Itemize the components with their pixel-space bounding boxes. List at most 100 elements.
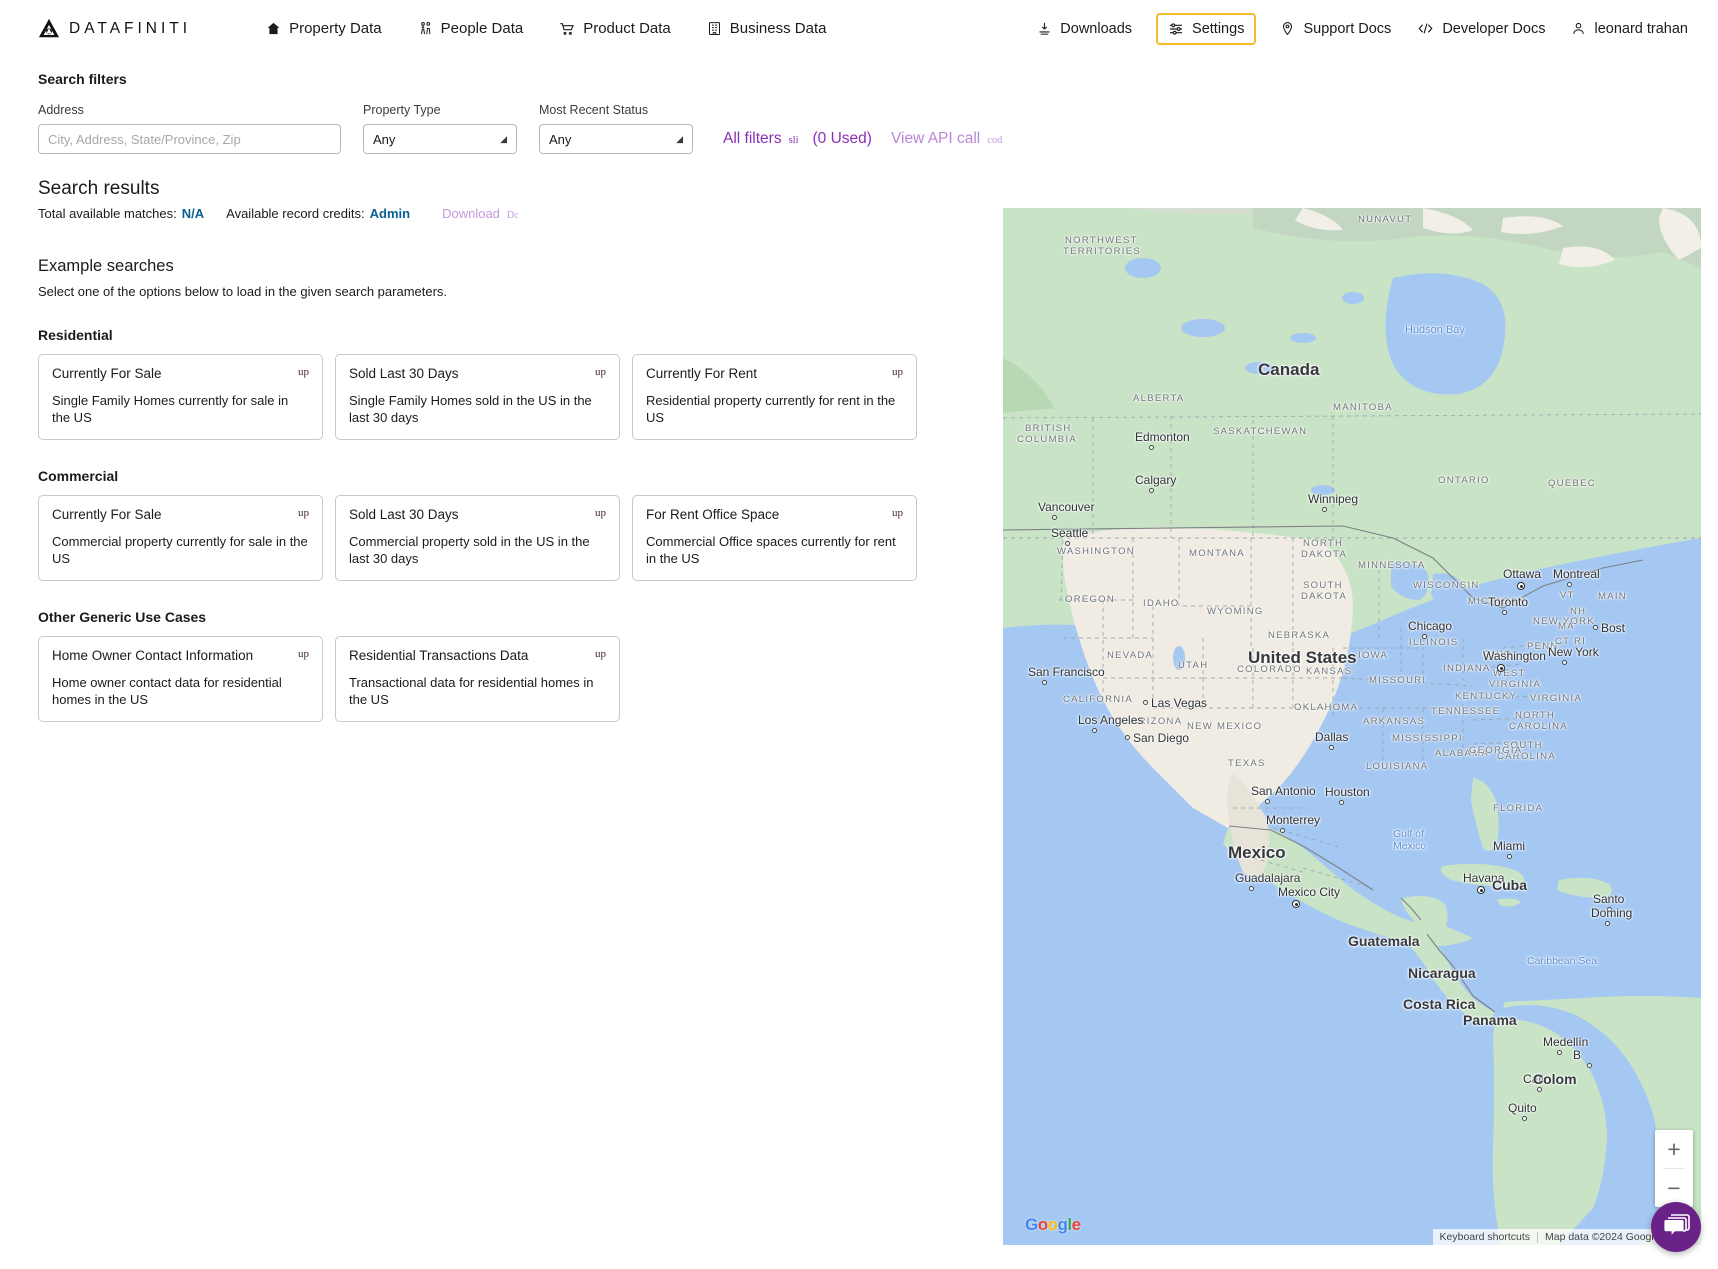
card-row-residential: Currently For Sale up Single Family Home… xyxy=(38,354,1003,440)
map-city-marker xyxy=(1537,1087,1542,1092)
record-credits-label: Available record credits: xyxy=(226,206,365,221)
datafiniti-logo-icon xyxy=(38,18,60,40)
most-recent-status-filter: Most Recent Status Any ◢ xyxy=(539,103,693,154)
nav-label: Property Data xyxy=(289,20,382,37)
example-searches-title: Example searches xyxy=(38,257,174,275)
code-brackets-icon xyxy=(1417,21,1434,36)
property-type-filter: Property Type Any ◢ xyxy=(363,103,517,154)
card-header: Sold Last 30 Days up xyxy=(349,507,606,522)
property-type-select[interactable]: Any ◢ xyxy=(363,124,517,154)
card-title: Home Owner Contact Information xyxy=(52,648,254,663)
primary-nav: Property Data People Data Product Data B… xyxy=(264,17,828,40)
map-city-marker xyxy=(1607,907,1612,912)
map-city-marker xyxy=(1042,680,1047,685)
sliders-icon: sli xyxy=(788,135,799,146)
map-city-marker xyxy=(1125,735,1130,740)
card-description: Home owner contact data for residential … xyxy=(52,675,282,707)
nav-item-developer-docs[interactable]: Developer Docs xyxy=(1415,18,1547,40)
example-card[interactable]: Home Owner Contact Information up Home o… xyxy=(38,636,323,722)
shopping-cart-icon xyxy=(559,21,575,37)
map-city-marker xyxy=(1265,799,1270,804)
map-canvas[interactable]: NUNAVUT NORTHWEST TERRITORIES BRITISH COLUMB… xyxy=(1003,208,1701,1245)
upload-icon: up xyxy=(892,507,903,519)
example-card[interactable]: For Rent Office Space up Commercial Offi… xyxy=(632,495,917,581)
map-city-marker xyxy=(1507,854,1512,859)
chevron-down-icon: ◢ xyxy=(676,133,683,144)
map-capital-marker xyxy=(1477,886,1485,894)
map-city-marker xyxy=(1605,921,1610,926)
download-icon xyxy=(1037,21,1052,36)
example-searches-subtitle: Select one of the options below to load … xyxy=(38,284,448,299)
map-city-marker xyxy=(1092,728,1097,733)
example-card[interactable]: Residential Transactions Data up Transac… xyxy=(335,636,620,722)
zoom-in-button[interactable]: + xyxy=(1655,1130,1693,1168)
nav-label: leonard trahan xyxy=(1594,20,1688,37)
download-link[interactable]: Download xyxy=(442,206,500,221)
property-type-label: Property Type xyxy=(363,103,441,117)
nav-item-people-data[interactable]: People Data xyxy=(416,17,526,40)
nav-item-business-data[interactable]: Business Data xyxy=(705,17,829,40)
download-icon: Dc xyxy=(506,210,519,221)
map-city-marker xyxy=(1149,445,1154,450)
most-recent-status-value: Any xyxy=(549,131,572,147)
map-city-marker xyxy=(1422,634,1427,639)
map-city-marker xyxy=(1329,745,1334,750)
map-city-marker xyxy=(1322,507,1327,512)
all-filters-link[interactable]: All filters xyxy=(723,130,782,148)
example-card[interactable]: Currently For Rent up Residential proper… xyxy=(632,354,917,440)
card-description: Residential property currently for rent … xyxy=(646,393,896,425)
example-card[interactable]: Currently For Sale up Single Family Home… xyxy=(38,354,323,440)
brand-text: DATAFINITI xyxy=(69,19,192,37)
nav-label: Business Data xyxy=(729,20,827,37)
upload-icon: up xyxy=(892,366,903,378)
nav-label: Support Docs xyxy=(1303,20,1392,37)
nav-item-settings[interactable]: Settings xyxy=(1156,12,1257,45)
map-capital-marker xyxy=(1292,900,1300,908)
map-city-marker xyxy=(1562,660,1567,665)
page-title: Search results xyxy=(38,178,160,199)
user-icon xyxy=(1571,21,1586,36)
upload-icon: up xyxy=(298,648,309,660)
most-recent-status-select[interactable]: Any ◢ xyxy=(539,124,693,154)
map-zoom-controls: + − xyxy=(1655,1130,1693,1207)
chat-widget-button[interactable] xyxy=(1651,1202,1701,1252)
card-description: Transactional data for residential homes… xyxy=(349,675,594,707)
keyboard-shortcuts-link[interactable]: Keyboard shortcuts xyxy=(1433,1231,1537,1243)
map-city-marker xyxy=(1593,625,1598,630)
map-capital-marker xyxy=(1497,664,1505,672)
example-card[interactable]: Sold Last 30 Days up Commercial property… xyxy=(335,495,620,581)
upload-icon: up xyxy=(595,648,606,660)
address-label: Address xyxy=(38,103,84,117)
map-city-marker xyxy=(1065,541,1070,546)
google-logo: Google xyxy=(1025,1215,1081,1234)
record-credits-value: Admin xyxy=(369,206,411,221)
map-city-marker xyxy=(1143,700,1148,705)
map-capital-marker xyxy=(1517,582,1525,590)
nav-item-user-account[interactable]: leonard trahan xyxy=(1569,18,1690,40)
total-matches-label: Total available matches: xyxy=(38,206,177,221)
nav-item-downloads[interactable]: Downloads xyxy=(1035,18,1134,40)
chat-bubble-icon xyxy=(1663,1212,1690,1242)
card-header: Residential Transactions Data up xyxy=(349,648,606,663)
search-input[interactable] xyxy=(38,124,341,154)
nav-item-product-data[interactable]: Product Data xyxy=(557,17,673,40)
home-icon xyxy=(266,21,281,36)
nav-item-support-docs[interactable]: Support Docs xyxy=(1278,18,1393,40)
example-card[interactable]: Sold Last 30 Days up Single Family Homes… xyxy=(335,354,620,440)
card-title: Sold Last 30 Days xyxy=(349,366,459,381)
category-title-residential: Residential xyxy=(38,327,113,343)
brand[interactable]: DATAFINITI xyxy=(38,18,191,40)
map-city-marker xyxy=(1557,1050,1562,1055)
building-icon xyxy=(707,21,722,36)
card-description: Commercial property sold in the US in th… xyxy=(349,534,590,566)
upload-icon: up xyxy=(595,366,606,378)
view-api-call-link[interactable]: View API call xyxy=(891,130,980,148)
card-title: Currently For Rent xyxy=(646,366,758,381)
nav-label: Developer Docs xyxy=(1442,20,1546,37)
category-title-commercial: Commercial xyxy=(38,468,119,484)
map-city-marker xyxy=(1339,800,1344,805)
search-filters-title: Search filters xyxy=(38,71,127,87)
chevron-down-icon: ◢ xyxy=(500,133,507,144)
nav-item-property-data[interactable]: Property Data xyxy=(264,17,384,40)
example-card[interactable]: Currently For Sale up Commercial propert… xyxy=(38,495,323,581)
